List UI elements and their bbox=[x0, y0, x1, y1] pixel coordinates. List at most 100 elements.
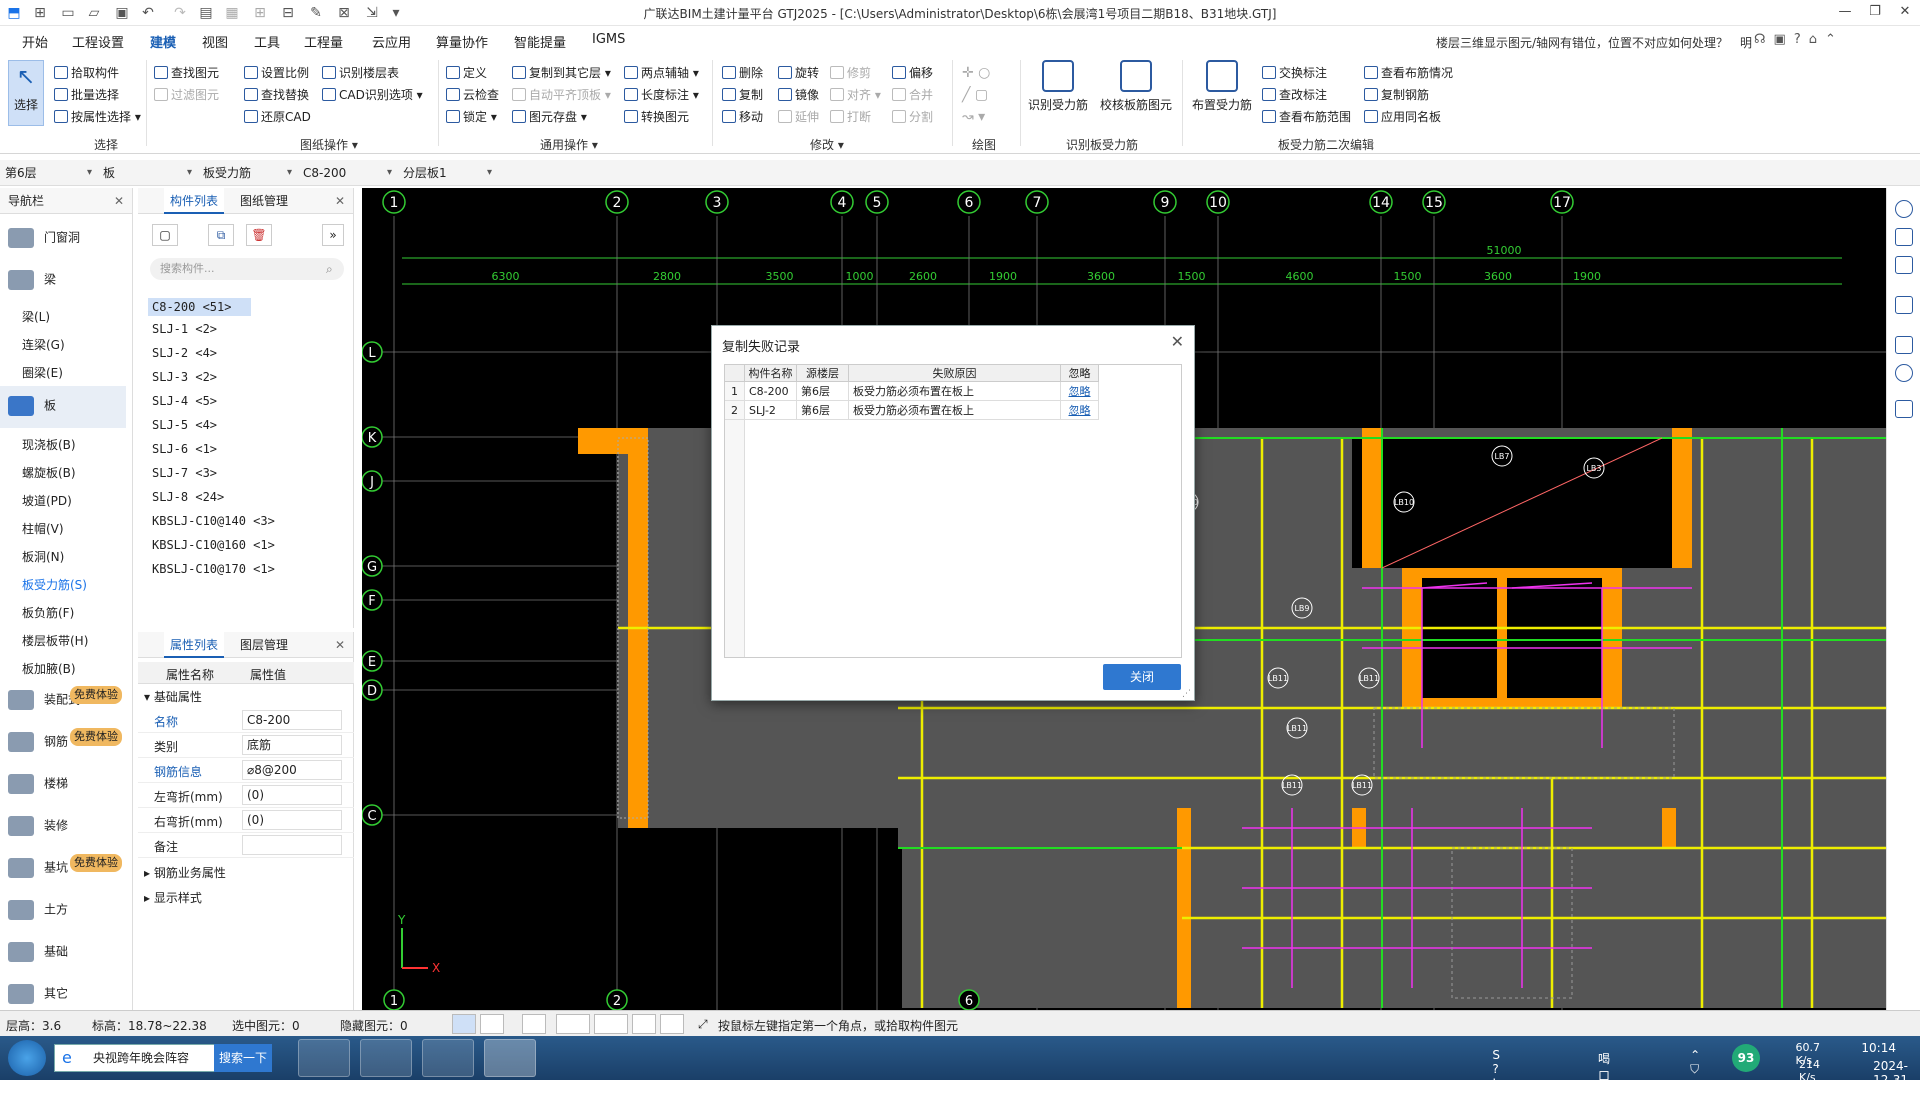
start-button[interactable] bbox=[8, 1040, 46, 1076]
nav-rebar[interactable]: 钢筋 bbox=[8, 732, 68, 752]
pick-component-button[interactable]: 拾取构件 bbox=[54, 64, 119, 81]
menu-collab[interactable]: 算量协作 bbox=[436, 32, 488, 51]
help-tip[interactable]: 楼层三维显示图元/轴网有错位，位置不对应如何处理？ bbox=[1436, 34, 1728, 51]
nav-slab-rebar[interactable]: 板受力筋(S) bbox=[22, 576, 87, 593]
rotate-button[interactable]: 旋转 bbox=[778, 64, 819, 81]
view-rebar-status-button[interactable]: 查看布筋情况 bbox=[1364, 64, 1453, 81]
nav-slab-sub-8[interactable]: 板加腋(B) bbox=[22, 660, 76, 677]
taskbar-app-cad[interactable] bbox=[484, 1039, 536, 1077]
lock-button[interactable]: 锁定 ▾ bbox=[446, 108, 497, 125]
property-row[interactable]: 右弯折(mm) (0) bbox=[138, 808, 354, 833]
nav-door-window[interactable]: 门窗洞 bbox=[8, 228, 80, 248]
search-input[interactable]: 搜索构件... bbox=[150, 258, 344, 280]
select-by-property-button[interactable]: 按属性选择 ▾ bbox=[54, 108, 141, 125]
nav-beam[interactable]: 梁 bbox=[8, 270, 56, 290]
apply-same-slab-button[interactable]: 应用同名板 bbox=[1364, 108, 1441, 125]
draw-tools[interactable]: ✛ ○ ╱ ▢ ↝ ▾ bbox=[962, 62, 990, 128]
nav-beam-g[interactable]: 连梁(G) bbox=[22, 336, 65, 353]
pick-toggle[interactable] bbox=[660, 1014, 684, 1034]
length-dim-button[interactable]: 长度标注 ▾ bbox=[624, 86, 699, 103]
trial-badge[interactable]: 免费体验 bbox=[70, 854, 122, 872]
subtype-select[interactable]: 板受力筋 bbox=[200, 163, 296, 183]
nav-stair[interactable]: 楼梯 bbox=[8, 774, 68, 794]
close-button[interactable]: 关闭 bbox=[1103, 664, 1181, 690]
copy-component-icon[interactable]: ⧉ bbox=[208, 224, 234, 246]
table-cell[interactable]: 第6层 bbox=[797, 401, 849, 420]
taskbar-app-gtj[interactable] bbox=[422, 1039, 474, 1077]
table-cell[interactable]: 板受力筋必须布置在板上 bbox=[849, 401, 1061, 420]
nav-slab-sub-0[interactable]: 现浇板(B) bbox=[22, 436, 76, 453]
list-item[interactable]: SLJ-5 <4> bbox=[152, 418, 217, 432]
new-component-icon[interactable]: ▢ bbox=[152, 224, 178, 246]
nav-foundation[interactable]: 基础 bbox=[8, 942, 68, 962]
batch-select-button[interactable]: 批量选择 bbox=[54, 86, 119, 103]
menu-view[interactable]: 视图 bbox=[202, 32, 228, 51]
minimize-icon[interactable]: — bbox=[1830, 2, 1860, 22]
list-item[interactable]: KBSLJ-C10@170 <1> bbox=[152, 562, 275, 576]
type-select[interactable]: 板 bbox=[100, 163, 196, 183]
list-item[interactable]: KBSLJ-C10@140 <3> bbox=[152, 514, 275, 528]
close-icon[interactable]: ✕ bbox=[335, 194, 345, 208]
cloud-check-button[interactable]: 云检查 bbox=[446, 86, 499, 103]
find-replace-button[interactable]: 查找替换 bbox=[244, 86, 309, 103]
check-slab-rebar-button[interactable]: 校核板筋图元 bbox=[1096, 60, 1176, 113]
nav-slab-sub-7[interactable]: 楼层板带(H) bbox=[22, 632, 88, 649]
extend-button[interactable]: 延伸 bbox=[778, 108, 819, 125]
close-icon[interactable]: ✕ bbox=[1890, 2, 1920, 22]
list-item[interactable]: C8-200 <51> bbox=[148, 298, 252, 316]
menu-project-settings[interactable]: 工程设置 bbox=[72, 32, 124, 51]
menu-modeling[interactable]: 建模 bbox=[147, 32, 179, 57]
layer-select[interactable]: 分层板1 bbox=[400, 163, 496, 183]
nav-slab-sub-2[interactable]: 坡道(PD) bbox=[22, 492, 72, 509]
floor-select[interactable]: 第6层 bbox=[2, 163, 96, 183]
nav-slab-sub-3[interactable]: 柱帽(V) bbox=[22, 520, 64, 537]
nav-slab-sub-1[interactable]: 螺旋板(B) bbox=[22, 464, 76, 481]
more-icon[interactable]: » bbox=[322, 224, 344, 246]
nav-beam-e[interactable]: 圈梁(E) bbox=[22, 364, 63, 381]
close-icon[interactable]: ✕ bbox=[335, 638, 345, 652]
taskbar-search-button[interactable]: 搜索一下 bbox=[214, 1044, 272, 1072]
trial-badge[interactable]: 免费体验 bbox=[70, 728, 122, 746]
taskbar-app-sogou[interactable] bbox=[298, 1039, 350, 1077]
delete-button[interactable]: 删除 bbox=[722, 64, 763, 81]
group-basic[interactable]: ▾ 基础属性 bbox=[144, 688, 202, 705]
view-3d-icon[interactable] bbox=[1895, 200, 1913, 218]
mirror-button[interactable]: 镜像 bbox=[778, 86, 819, 103]
select-button[interactable]: ↖ 选择 bbox=[8, 60, 44, 126]
trim-button[interactable]: 修剪 bbox=[830, 64, 871, 81]
trial-badge[interactable]: 免费体验 bbox=[70, 686, 122, 704]
taskbar-app-explorer[interactable] bbox=[360, 1039, 412, 1077]
group-business[interactable]: ▸ 钢筋业务属性 bbox=[144, 864, 226, 881]
swap-label-button[interactable]: 交换标注 bbox=[1262, 64, 1327, 81]
convert-element-button[interactable]: 转换图元 bbox=[624, 108, 689, 125]
nav-earthwork[interactable]: 土方 bbox=[8, 900, 68, 920]
break-button[interactable]: 打断 bbox=[830, 108, 871, 125]
toolbar-icons[interactable]: ☊▣?⌂⌃ bbox=[1754, 32, 1844, 47]
menu-start[interactable]: 开始 bbox=[22, 32, 48, 51]
property-row[interactable]: 钢筋信息 ⌀8@200 bbox=[138, 758, 354, 783]
user-name[interactable]: 明 bbox=[1740, 34, 1752, 51]
save-element-button[interactable]: 图元存盘 ▾ bbox=[512, 108, 587, 125]
snap-toggle[interactable] bbox=[480, 1014, 504, 1034]
align-button[interactable]: 对齐 ▾ bbox=[830, 86, 881, 103]
list-item[interactable]: SLJ-4 <5> bbox=[152, 394, 217, 408]
restore-cad-button[interactable]: 还原CAD bbox=[244, 108, 311, 125]
move-button[interactable]: 移动 bbox=[722, 108, 763, 125]
notes-icon[interactable] bbox=[1895, 400, 1913, 418]
menu-smart[interactable]: 智能提量 bbox=[514, 32, 566, 51]
copy-to-other-floor-button[interactable]: 复制到其它层 ▾ bbox=[512, 64, 611, 81]
tab-layer-manage[interactable]: 图层管理 bbox=[234, 632, 294, 658]
delete-component-icon[interactable]: 🗑 bbox=[246, 224, 272, 246]
close-icon[interactable]: ✕ bbox=[1171, 332, 1184, 351]
tab-property-list[interactable]: 属性列表 bbox=[164, 632, 225, 658]
list-item[interactable]: SLJ-3 <2> bbox=[152, 370, 217, 384]
offset-toggle[interactable] bbox=[594, 1014, 628, 1034]
menu-tools[interactable]: 工具 bbox=[254, 32, 280, 51]
property-row[interactable]: 备注 bbox=[138, 833, 354, 858]
property-row[interactable]: 名称 C8-200 bbox=[138, 708, 354, 733]
nav-decor[interactable]: 装修 bbox=[8, 816, 68, 836]
component-select[interactable]: C8-200 bbox=[300, 163, 396, 183]
view-side-icon[interactable] bbox=[1895, 296, 1913, 314]
nav-beam-l[interactable]: 梁(L) bbox=[22, 308, 50, 325]
list-item[interactable]: SLJ-8 <24> bbox=[152, 490, 224, 504]
